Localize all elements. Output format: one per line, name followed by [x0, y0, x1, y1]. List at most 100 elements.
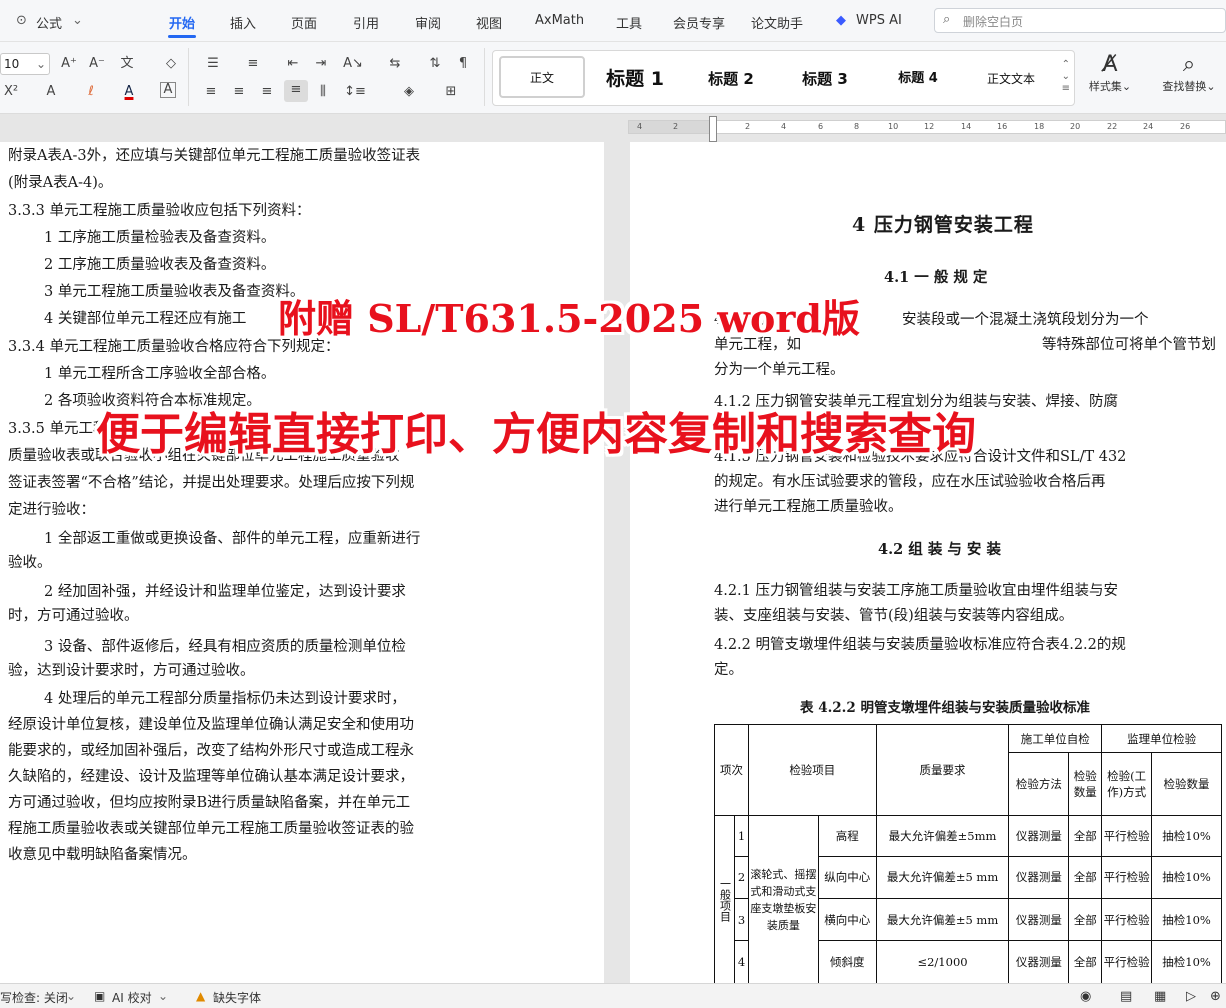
- tab-view[interactable]: 视图: [476, 13, 502, 32]
- ruler-tick: 14: [961, 122, 972, 131]
- doc-line: 装、支座组装与安装、管节(段)组装与安装等内容组成。: [714, 608, 1074, 624]
- row-sup-count: 抽检10%: [1151, 815, 1222, 857]
- style-body-text[interactable]: 正文文本: [977, 65, 1045, 93]
- show-marks-icon[interactable]: ¶: [452, 54, 474, 74]
- wps-writer-window: ⊙ 公式 ⌄ 开始 插入 页面 引用 审阅 视图 AxMath 工具 会员专享 …: [0, 0, 1226, 1008]
- font-color-icon[interactable]: A: [118, 82, 140, 102]
- menu-bar: ⊙ 公式 ⌄ 开始 插入 页面 引用 审阅 视图 AxMath 工具 会员专享 …: [0, 0, 1226, 42]
- ruler-tick: 18: [1034, 122, 1045, 131]
- increase-indent-icon[interactable]: ⇥: [310, 54, 332, 74]
- doc-line: 分为一个单元工程。: [714, 362, 845, 378]
- horizontal-ruler[interactable]: 4 2 2 4 6 8 10 12 14 16 18 20 22 24 26: [628, 116, 1226, 142]
- style-set-icon: A̸: [1102, 52, 1118, 77]
- style-heading-3[interactable]: 标题 3: [791, 65, 859, 93]
- highlight-icon[interactable]: ℓ: [80, 82, 102, 102]
- search-input[interactable]: ⌕ 删除空白页: [934, 8, 1226, 33]
- indent-marker[interactable]: [709, 116, 717, 142]
- row-req: 最大允许偏差±5mm: [875, 815, 1010, 857]
- style-set-button[interactable]: A̸ 样式集⌄: [1080, 52, 1140, 94]
- chevron-down-icon[interactable]: ⌄: [72, 13, 83, 28]
- tab-axmath[interactable]: AxMath: [535, 13, 584, 28]
- text-effect-icon[interactable]: A: [40, 82, 62, 102]
- doc-line: 附录A表A-3外，还应填与关键部位单元工程施工质量验收签证表: [8, 148, 421, 164]
- wps-ai-icon[interactable]: ◆: [836, 13, 846, 28]
- phonetic-icon[interactable]: 文: [116, 54, 138, 74]
- style-heading-1[interactable]: 标题 1: [601, 65, 669, 93]
- style-set-label: 样式集: [1088, 80, 1122, 93]
- justify-icon[interactable]: ≡: [284, 80, 308, 102]
- play-icon[interactable]: ▷: [1186, 989, 1196, 1004]
- spell-check-status[interactable]: 写检查: 关闭: [0, 989, 68, 1006]
- text-direction-icon[interactable]: ⇆: [384, 54, 406, 74]
- sort-icon[interactable]: ⇅: [424, 54, 446, 74]
- page-gap: [604, 142, 630, 983]
- header-method: 检验方法: [1008, 752, 1070, 817]
- align-right-icon[interactable]: ≡: [256, 82, 278, 102]
- web-view-icon[interactable]: ▦: [1154, 989, 1166, 1004]
- row-sup-count: 抽检10%: [1151, 855, 1222, 900]
- tab-review[interactable]: 审阅: [415, 13, 441, 32]
- search-placeholder: 删除空白页: [963, 15, 1024, 29]
- row-method: 仪器测量: [1008, 815, 1070, 857]
- char-border-icon[interactable]: A: [160, 82, 176, 98]
- row-count: 全部: [1068, 855, 1103, 900]
- promo-overlay-line2: 便于编辑直接打印、方便内容复制和搜索查询: [96, 409, 976, 460]
- doc-line: 进行单元工程施工质量验收。: [714, 499, 903, 515]
- tab-tools[interactable]: 工具: [616, 13, 642, 32]
- row-item: 横向中心: [817, 897, 877, 942]
- ai-check-button[interactable]: AI 校对: [112, 989, 152, 1006]
- line-spacing-icon[interactable]: ↕≡: [344, 82, 366, 102]
- formula-menu[interactable]: 公式: [36, 13, 62, 32]
- doc-line: 4 关键部位单元工程还应有施工: [44, 311, 247, 327]
- bullet-list-icon[interactable]: ☰: [202, 54, 224, 74]
- row-count: 全部: [1068, 940, 1103, 983]
- clear-format-icon[interactable]: ◇: [160, 54, 182, 74]
- tab-thesis-assistant[interactable]: 论文助手: [751, 13, 803, 32]
- tab-member[interactable]: 会员专享: [673, 13, 725, 32]
- header-quality: 质量要求: [875, 723, 1010, 817]
- missing-font-button[interactable]: 缺失字体: [213, 989, 261, 1006]
- chevron-down-icon[interactable]: ⌄: [158, 989, 168, 1003]
- tab-insert[interactable]: 插入: [230, 13, 256, 32]
- gallery-scroll-icon[interactable]: ⌃ ⌄ ≡: [1062, 59, 1070, 95]
- decrease-indent-icon[interactable]: ⇤: [282, 54, 304, 74]
- row-sup-count: 抽检10%: [1151, 897, 1222, 942]
- chevron-down-icon[interactable]: ⌄: [66, 989, 76, 1003]
- numbered-list-icon[interactable]: ≡: [242, 54, 264, 74]
- style-normal[interactable]: 正文: [499, 56, 585, 98]
- chinese-layout-icon[interactable]: A↘: [342, 54, 364, 74]
- formula-icon[interactable]: ⊙: [16, 13, 27, 28]
- page-view-icon[interactable]: ▤: [1120, 989, 1132, 1004]
- superscript-icon[interactable]: X²: [0, 82, 22, 102]
- shrink-font-icon[interactable]: A⁻: [86, 54, 108, 74]
- find-replace-label: 查找替换: [1162, 80, 1207, 93]
- style-heading-4[interactable]: 标题 4: [885, 65, 951, 93]
- doc-line: 1 工序施工质量检验表及备查资料。: [44, 230, 276, 246]
- header-sup-count: 检验数量: [1151, 752, 1222, 817]
- align-center-icon[interactable]: ≡: [228, 82, 250, 102]
- eye-icon[interactable]: ◉: [1080, 989, 1091, 1004]
- doc-line: 1 单元工程所含工序验收全部合格。: [44, 366, 276, 382]
- doc-line: 4.2.1 压力钢管组装与安装工序施工质量验收宜由埋件组装与安: [714, 583, 1119, 599]
- tab-wps-ai[interactable]: WPS AI: [856, 13, 902, 28]
- tab-home[interactable]: 开始: [169, 13, 195, 32]
- align-left-icon[interactable]: ≡: [200, 82, 222, 102]
- font-size-select[interactable]: 10 ⌄: [0, 53, 50, 75]
- row-item: 高程: [817, 815, 877, 857]
- globe-icon[interactable]: ⊕: [1210, 989, 1221, 1004]
- borders-icon[interactable]: ⊞: [440, 82, 462, 102]
- chapter-title: 4 压力钢管安装工程: [852, 214, 1034, 236]
- ruler-tick: 20: [1070, 122, 1081, 131]
- grow-font-icon[interactable]: A⁺: [58, 54, 80, 74]
- distributed-icon[interactable]: ⫼: [312, 82, 334, 102]
- tab-page[interactable]: 页面: [291, 13, 317, 32]
- header-count: 检验数量: [1068, 752, 1103, 817]
- row-req: 最大允许偏差±5 mm: [875, 855, 1010, 900]
- promo-overlay-line1: 附赠 SL/T631.5-2025 word版: [278, 296, 860, 341]
- ruler-tick: 10: [888, 122, 899, 131]
- tab-references[interactable]: 引用: [353, 13, 379, 32]
- divider: [484, 48, 485, 106]
- find-replace-button[interactable]: ⌕ 查找替换⌄: [1152, 52, 1226, 94]
- style-heading-2[interactable]: 标题 2: [697, 65, 765, 93]
- shading-icon[interactable]: ◈: [398, 82, 420, 102]
